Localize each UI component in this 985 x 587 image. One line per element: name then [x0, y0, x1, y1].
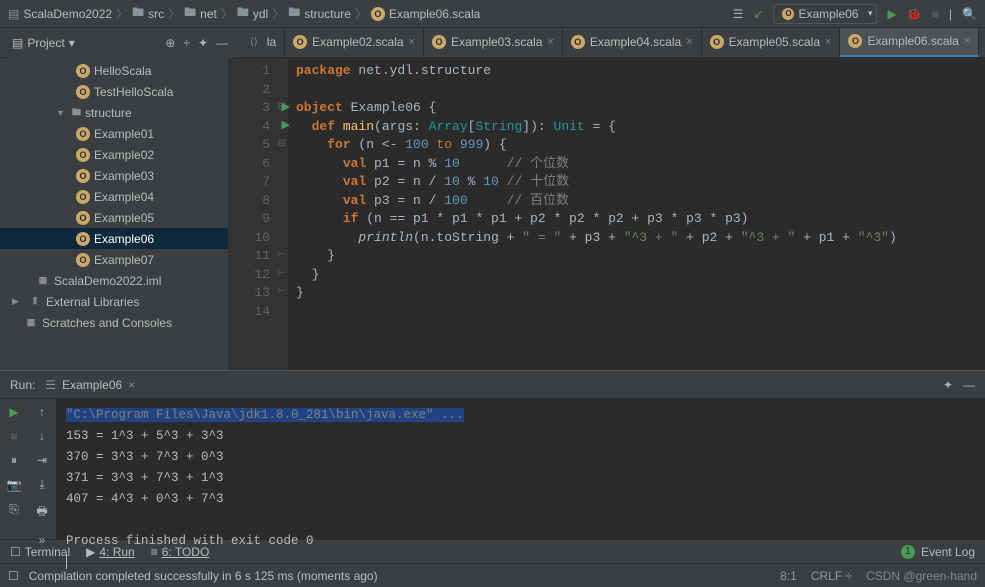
- select-opened-icon[interactable]: ⊕: [165, 36, 175, 50]
- tab-5[interactable]: OExample06.scala×: [840, 28, 979, 57]
- terminal-tab[interactable]: ☐ Terminal: [10, 545, 70, 559]
- watermark: CSDN @green-hand: [866, 569, 977, 583]
- tree-item-selected[interactable]: OExample06: [0, 228, 228, 249]
- tree-item[interactable]: OExample07: [0, 249, 228, 270]
- tree-item[interactable]: ▦ScalaDemo2022.iml: [0, 270, 228, 291]
- gutter-run-icon[interactable]: ▶: [282, 99, 290, 118]
- scroll-icon[interactable]: ⤓: [39, 477, 44, 492]
- editor-tabs: ⟨⟩la OExample02.scala× OExample03.scala×…: [242, 28, 979, 58]
- dump-icon[interactable]: 📷: [7, 478, 22, 492]
- code-area[interactable]: package net.ydl.structure object Example…: [288, 58, 985, 370]
- status-message: Compilation completed successfully in 6 …: [29, 569, 378, 583]
- tree-item[interactable]: OTestHelloScala: [0, 81, 228, 102]
- tree-item[interactable]: ▼🖿structure: [0, 102, 228, 123]
- tab-3[interactable]: OExample04.scala×: [563, 28, 702, 57]
- file-icon: O: [371, 7, 385, 21]
- tree-item[interactable]: OExample03: [0, 165, 228, 186]
- run-tab[interactable]: ▶ 4: Run: [86, 545, 135, 559]
- top-actions: ☰ ↙ O Example06 ▶ 🐞 ■ | 🔍: [733, 4, 977, 24]
- run-title: Run:: [10, 378, 35, 392]
- up-icon[interactable]: ↑: [39, 405, 45, 419]
- tab-2[interactable]: OExample03.scala×: [424, 28, 563, 57]
- todo-tab[interactable]: ≡ 6: TODO: [151, 545, 210, 559]
- console-output[interactable]: "C:\Program Files\Java\jdk1.8.0_281\bin\…: [56, 399, 985, 539]
- stop-button-icon[interactable]: ■: [932, 7, 939, 21]
- run-config-selector[interactable]: O Example06: [773, 4, 877, 24]
- tab-1[interactable]: OExample02.scala×: [285, 28, 424, 57]
- tree-item[interactable]: OExample04: [0, 186, 228, 207]
- tree-item[interactable]: OExample02: [0, 144, 228, 165]
- run-tool-column-2: ↑ ↓ ⇥ ⤓ 🖶 »: [28, 399, 56, 539]
- hide-icon[interactable]: —: [216, 36, 228, 50]
- run-tab[interactable]: ☰Example06×: [45, 378, 135, 392]
- event-log-tab[interactable]: Event Log: [921, 545, 975, 559]
- close-icon[interactable]: ×: [409, 36, 415, 48]
- build-indicator-icon[interactable]: ☐: [8, 569, 19, 583]
- print-icon[interactable]: 🖶: [36, 502, 47, 523]
- line-separator[interactable]: CRLF ÷: [811, 569, 852, 583]
- bc-3[interactable]: ydl: [253, 7, 268, 21]
- bc-2[interactable]: net: [200, 7, 217, 21]
- exit-icon[interactable]: ⎘: [9, 502, 19, 517]
- bc-0[interactable]: ScalaDemo2022: [23, 7, 112, 21]
- wrap-icon[interactable]: ⇥: [37, 453, 47, 467]
- stop-icon[interactable]: ■: [10, 429, 17, 443]
- bc-5[interactable]: Example06.scala: [389, 7, 480, 21]
- project-tool-label[interactable]: ▤ Project ▾: [12, 36, 75, 50]
- tree-item[interactable]: ▦Scratches and Consoles: [0, 312, 228, 333]
- debug-button-icon[interactable]: 🐞: [907, 7, 922, 21]
- tab-4[interactable]: OExample05.scala×: [702, 28, 841, 57]
- project-icon: ▤: [8, 7, 19, 21]
- run-panel-header: Run: ☰Example06× ✦ —: [0, 371, 985, 399]
- tree-item[interactable]: OExample05: [0, 207, 228, 228]
- close-icon[interactable]: ×: [547, 36, 553, 48]
- tree-item[interactable]: ▶⫴External Libraries: [0, 291, 228, 312]
- bc-1[interactable]: src: [148, 7, 164, 21]
- tree-item[interactable]: OHelloScala: [0, 60, 228, 81]
- search-icon[interactable]: 🔍: [962, 7, 977, 21]
- run-button-icon[interactable]: ▶: [887, 7, 896, 21]
- run-tool-column: ▶ ■ ⏸ 📷 ⎘: [0, 399, 28, 539]
- gutter-run-icon[interactable]: ▶: [282, 117, 290, 136]
- bc-4[interactable]: structure: [304, 7, 351, 21]
- event-badge: 1: [901, 545, 915, 559]
- run-settings-icon[interactable]: ✦: [943, 378, 953, 392]
- breadcrumb: ▤ ScalaDemo2022〉 🖿src〉 🖿net〉 🖿ydl〉 🖿stru…: [8, 3, 733, 24]
- rerun-icon[interactable]: ▶: [9, 405, 18, 419]
- close-icon[interactable]: ×: [964, 35, 970, 47]
- tree-item[interactable]: OExample01: [0, 123, 228, 144]
- breadcrumb-bar: ▤ ScalaDemo2022〉 🖿src〉 🖿net〉 🖿ydl〉 🖿stru…: [0, 0, 985, 28]
- caret-position[interactable]: 8:1: [780, 569, 797, 583]
- close-icon[interactable]: ×: [825, 36, 831, 48]
- gutter: 1234567891011121314 ▶ ▶: [228, 58, 276, 370]
- tab-0[interactable]: ⟨⟩la: [242, 28, 285, 57]
- sync-icon[interactable]: ↙: [753, 7, 763, 21]
- pause-icon[interactable]: ⏸: [11, 453, 17, 468]
- hide-icon[interactable]: —: [963, 378, 975, 392]
- close-icon[interactable]: ×: [686, 36, 692, 48]
- down-icon[interactable]: ↓: [39, 429, 45, 443]
- settings-icon[interactable]: ✦: [198, 36, 208, 50]
- project-tree: OHelloScala OTestHelloScala ▼🖿structure …: [0, 58, 228, 370]
- collapse-icon[interactable]: ÷: [183, 36, 190, 50]
- nav-back-icon[interactable]: ☰: [733, 7, 744, 21]
- project-toolbar: ▤ Project ▾ ⊕ ÷ ✦ — ⟨⟩la OExample02.scal…: [0, 28, 985, 58]
- editor: 1234567891011121314 ▶ ▶ ⊟⊟⊢⊢⊢ package ne…: [228, 58, 985, 370]
